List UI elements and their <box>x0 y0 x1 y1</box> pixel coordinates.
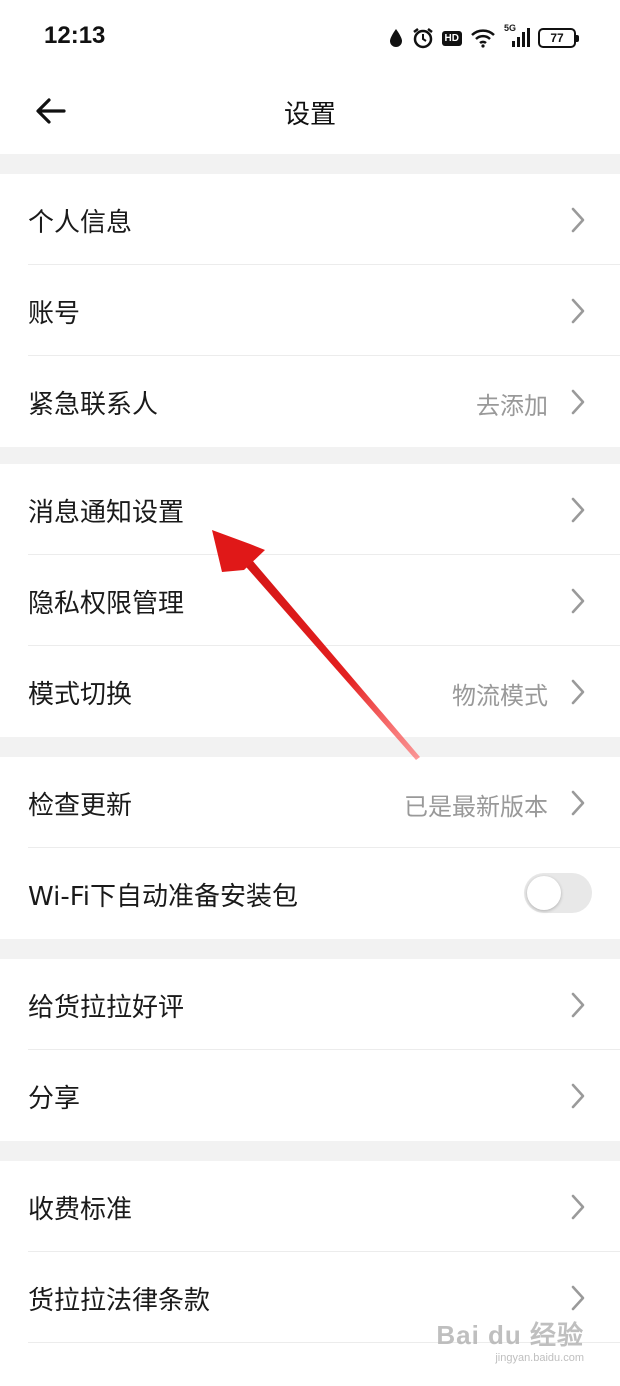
wifi-icon <box>470 28 496 48</box>
settings-row-share[interactable]: 分享 <box>0 1050 620 1141</box>
row-value: 物流模式 <box>452 682 548 710</box>
row-label: 模式切换 <box>28 680 133 710</box>
section-gap <box>0 447 620 464</box>
row-label: Wi-Fi下自动准备安装包 <box>28 882 299 912</box>
section-gap <box>0 939 620 959</box>
settings-group-updates: 检查更新 已是最新版本 Wi-Fi下自动准备安装包 <box>0 757 620 939</box>
hd-icon: HD <box>441 30 462 46</box>
section-gap <box>0 737 620 757</box>
chevron-right-icon <box>570 1193 586 1221</box>
settings-row-wifi-auto-download: Wi-Fi下自动准备安装包 <box>0 848 620 939</box>
wifi-auto-download-toggle[interactable] <box>524 873 592 913</box>
chevron-right-icon <box>570 206 586 234</box>
settings-row-emergency-contact[interactable]: 紧急联系人 去添加 <box>0 356 620 447</box>
row-label: 给货拉拉好评 <box>28 993 185 1023</box>
row-label: 个人信息 <box>28 208 133 238</box>
settings-group-social: 给货拉拉好评 分享 <box>0 959 620 1141</box>
chevron-right-icon <box>570 496 586 524</box>
settings-row-account[interactable]: 账号 <box>0 265 620 356</box>
cellular-signal-icon: 5G <box>504 23 530 49</box>
row-label: 检查更新 <box>28 791 133 821</box>
chevron-right-icon <box>570 1284 586 1312</box>
settings-group-preferences: 消息通知设置 隐私权限管理 模式切换 物流模式 <box>0 464 620 737</box>
alarm-icon <box>412 27 434 49</box>
chevron-right-icon <box>570 388 586 416</box>
network-type-label: 5G <box>504 23 517 33</box>
battery-icon: 77 <box>538 28 579 48</box>
settings-row-pricing[interactable]: 收费标准 <box>0 1161 620 1252</box>
row-value: 已是最新版本 <box>404 793 548 821</box>
row-label: 紧急联系人 <box>28 390 159 420</box>
chevron-right-icon <box>570 587 586 615</box>
settings-row-rate-app[interactable]: 给货拉拉好评 <box>0 959 620 1050</box>
chevron-right-icon <box>570 991 586 1019</box>
settings-group-account: 个人信息 账号 紧急联系人 去添加 <box>0 174 620 447</box>
row-label: 账号 <box>28 299 81 329</box>
settings-row-personal-info[interactable]: 个人信息 <box>0 174 620 265</box>
status-bar: 12:13 HD 5G 77 <box>0 0 620 76</box>
row-label: 隐私权限管理 <box>28 589 185 619</box>
status-time: 12:13 <box>44 22 106 49</box>
water-drop-icon <box>388 27 404 49</box>
row-label: 货拉拉法律条款 <box>28 1286 211 1316</box>
settings-row-check-update[interactable]: 检查更新 已是最新版本 <box>0 757 620 848</box>
chevron-right-icon <box>570 678 586 706</box>
watermark-sub: jingyan.baidu.com <box>495 1352 584 1364</box>
watermark-main: Bai du 经验 <box>436 1320 584 1350</box>
section-gap <box>0 1141 620 1161</box>
baidu-jingyan-watermark: Bai du 经验 jingyan.baidu.com <box>436 1315 584 1364</box>
row-label: 分享 <box>28 1084 81 1114</box>
row-value: 去添加 <box>476 392 548 420</box>
chevron-right-icon <box>570 789 586 817</box>
settings-row-privacy[interactable]: 隐私权限管理 <box>0 555 620 646</box>
row-label: 收费标准 <box>28 1195 133 1225</box>
page-title: 设置 <box>283 100 336 130</box>
nav-bar: 设置 <box>0 76 620 154</box>
toggle-knob <box>527 876 561 910</box>
row-label: 消息通知设置 <box>28 498 185 528</box>
settings-row-notifications[interactable]: 消息通知设置 <box>0 464 620 555</box>
chevron-right-icon <box>570 297 586 325</box>
status-icons: HD 5G 77 <box>388 23 579 52</box>
chevron-right-icon <box>570 1082 586 1110</box>
section-gap <box>0 154 620 174</box>
settings-row-mode-switch[interactable]: 模式切换 物流模式 <box>0 646 620 737</box>
